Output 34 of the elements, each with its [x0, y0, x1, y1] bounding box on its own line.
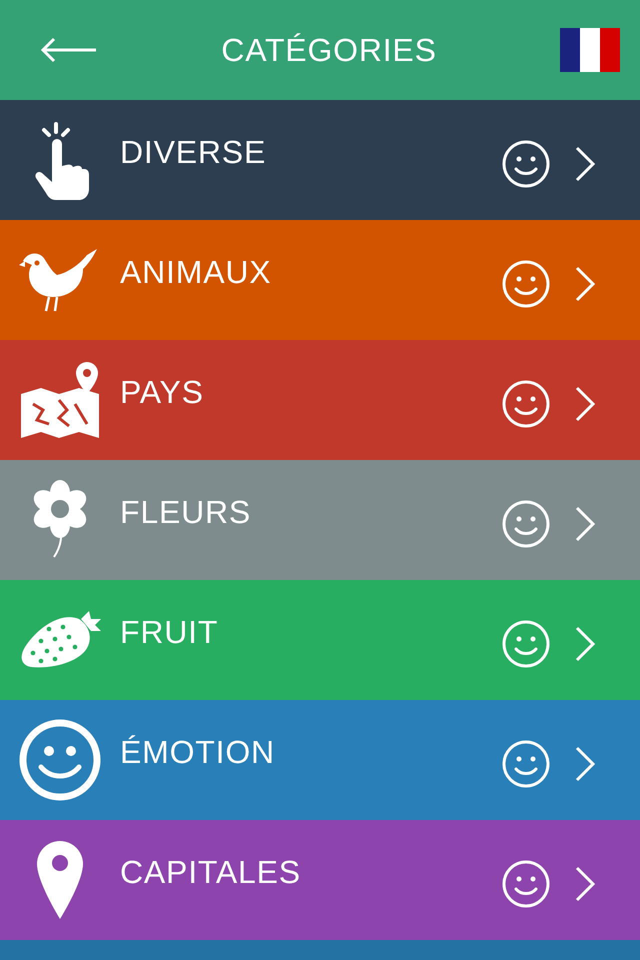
smiley-icon: [19, 719, 101, 801]
page-title: CATÉGORIES: [221, 31, 437, 70]
smiley-icon: [502, 620, 550, 668]
category-label: FLEURS: [120, 493, 252, 532]
chevron-right-icon: [574, 146, 596, 182]
category-row[interactable]: ÉMOTION: [0, 700, 640, 820]
category-row[interactable]: FLEURS: [0, 460, 640, 580]
location-pin-icon: [35, 839, 85, 921]
smiley-icon: [502, 860, 550, 908]
smiley-icon: [502, 740, 550, 788]
map-pin-icon: [19, 360, 101, 440]
category-row[interactable]: ANIMAUX: [0, 220, 640, 340]
category-label: DIVERSE: [120, 133, 266, 172]
category-label: PAYS: [120, 373, 204, 412]
category-label: CAPITALES: [120, 853, 301, 892]
chevron-right-icon: [574, 746, 596, 782]
french-flag-icon[interactable]: [560, 28, 620, 72]
category-label: ÉMOTION: [120, 733, 275, 772]
category-label: FRUIT: [120, 613, 218, 652]
category-row[interactable]: PAYS: [0, 340, 640, 460]
chevron-right-icon: [574, 866, 596, 902]
chevron-right-icon: [574, 626, 596, 662]
category-label: ANIMAUX: [120, 253, 272, 292]
category-row[interactable]: FRUIT: [0, 580, 640, 700]
category-row[interactable]: DIVERSE: [0, 100, 640, 220]
back-arrow-icon[interactable]: [40, 37, 98, 63]
chevron-right-icon: [574, 266, 596, 302]
smiley-icon: [502, 260, 550, 308]
smiley-icon: [502, 380, 550, 428]
smiley-icon: [502, 140, 550, 188]
chevron-right-icon: [574, 386, 596, 422]
chevron-right-icon: [574, 506, 596, 542]
category-row[interactable]: CAPITALES: [0, 820, 640, 940]
smiley-icon: [502, 500, 550, 548]
